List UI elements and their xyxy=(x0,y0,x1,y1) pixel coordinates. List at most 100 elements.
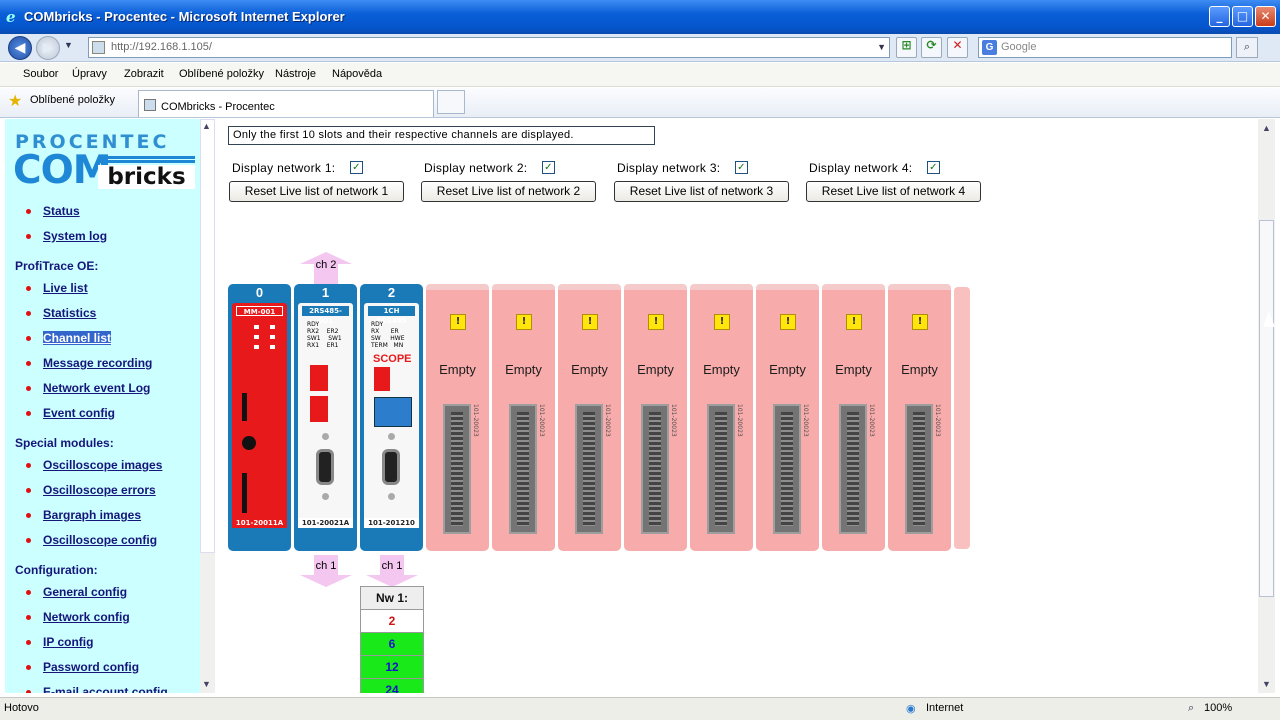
backplane-connector xyxy=(905,404,933,534)
compatibility-icon[interactable]: ⊞ xyxy=(896,37,917,58)
menu-view[interactable]: Zobrazit xyxy=(124,68,164,80)
search-input[interactable]: G Google xyxy=(978,37,1232,58)
network-2-checkbox[interactable]: ✓ xyxy=(542,161,555,174)
network-3-checkbox[interactable]: ✓ xyxy=(735,161,748,174)
slot-9-empty[interactable]: ! Empty 101-20023 xyxy=(822,284,885,551)
network-1-checkbox[interactable]: ✓ xyxy=(350,161,363,174)
sidebar-item-oscilloscope-config[interactable]: Oscilloscope config xyxy=(25,533,157,547)
browser-tab[interactable]: COMbricks - Procentec xyxy=(138,90,434,117)
connector-code: 101-20023 xyxy=(604,404,611,437)
table-row[interactable]: 2 xyxy=(360,609,424,633)
menu-help[interactable]: Nápověda xyxy=(332,68,382,80)
refresh-icon[interactable]: ⟳ xyxy=(921,37,942,58)
favorites-button[interactable]: ★ Oblíbené položky xyxy=(8,91,115,110)
slot-6-empty[interactable]: ! Empty 101-20023 xyxy=(624,284,687,551)
sidebar-item-channel-list[interactable]: Channel list xyxy=(25,331,112,345)
zoom-icon[interactable]: ⌕ xyxy=(1188,702,1194,715)
sidebar-scroll-thumb[interactable] xyxy=(200,119,215,553)
module-label: 1CH PBS485 xyxy=(368,306,415,325)
address-input[interactable]: http://192.168.1.105/ ▼ xyxy=(88,37,890,58)
led xyxy=(270,325,275,329)
backplane-connector xyxy=(641,404,669,534)
sidebar-item-statistics[interactable]: Statistics xyxy=(25,306,96,320)
reset-network-4-button[interactable]: Reset Live list of network 4 xyxy=(806,181,981,202)
sidebar-item-message-recording[interactable]: Message recording xyxy=(25,356,152,370)
sidebar-scrollbar[interactable]: ▲ ▼ xyxy=(200,119,215,693)
slot-0-module[interactable]: 0 MM-001 101-20011A xyxy=(228,284,291,551)
stop-icon[interactable]: ✕ xyxy=(947,37,968,58)
connector-code: 101-20023 xyxy=(736,404,743,437)
status-text: Hotovo xyxy=(4,702,39,714)
main-scrollbar[interactable]: ▲ ▼ xyxy=(1258,119,1275,693)
forward-button[interactable]: ▶ xyxy=(36,36,60,60)
sidebar-item-live-list[interactable]: Live list xyxy=(26,281,88,295)
address-dropdown-icon[interactable]: ▼ xyxy=(877,38,886,57)
scroll-up-icon[interactable]: ▲ xyxy=(1262,123,1271,133)
menu-bar: Soubor Úpravy Zobrazit Oblíbené položky … xyxy=(0,63,1280,87)
menu-file[interactable]: Soubor xyxy=(23,68,58,80)
connector-code: 101-20023 xyxy=(670,404,677,437)
table-header: Nw 1: xyxy=(360,586,424,610)
sidebar-item-system-log[interactable]: System log xyxy=(25,229,107,243)
display-network-4: Display network 4: ✓ xyxy=(809,161,940,175)
slot-7-empty[interactable]: ! Empty 101-20023 xyxy=(690,284,753,551)
sidebar-item-status[interactable]: Status xyxy=(26,204,80,218)
empty-label: Empty xyxy=(571,362,608,377)
slot-1-module[interactable]: 1 2RS485-001 RDY RX2 ER2 SW1 SW1 RX1 ER1… xyxy=(294,284,357,551)
scroll-down-icon[interactable]: ▼ xyxy=(1262,679,1271,689)
network-4-checkbox[interactable]: ✓ xyxy=(927,161,940,174)
zoom-level[interactable]: 100% xyxy=(1204,702,1232,714)
channel-up-label: ch 2 xyxy=(315,259,337,271)
sidebar-item-ip-config[interactable]: IP config xyxy=(25,635,93,649)
search-icon[interactable]: ⌕ xyxy=(1236,37,1258,58)
sidebar-item-network-config[interactable]: Network config xyxy=(26,610,130,624)
sidebar-item-network-event-log[interactable]: Network event Log xyxy=(25,381,150,395)
table-row[interactable]: 12 xyxy=(360,655,424,679)
sidebar-item-email-account-config[interactable]: E-mail account config xyxy=(26,685,168,693)
screw xyxy=(322,433,329,440)
slot-10-empty[interactable]: ! Empty 101-20023 xyxy=(888,284,951,551)
led-labels: RDY RX2 ER2 SW1 SW1 RX1 ER1 xyxy=(307,321,342,349)
maximize-button[interactable]: □ xyxy=(1232,6,1253,27)
backplane-connector xyxy=(707,404,735,534)
reset-network-2-button[interactable]: Reset Live list of network 2 xyxy=(421,181,596,202)
slot-5-empty[interactable]: ! Empty 101-20023 xyxy=(558,284,621,551)
reset-network-1-button[interactable]: Reset Live list of network 1 xyxy=(229,181,404,202)
scroll-down-icon[interactable]: ▼ xyxy=(202,679,211,689)
scope-label: SCOPE xyxy=(373,353,412,365)
channel-down-arrow-slot-2[interactable]: ch 1 xyxy=(366,555,418,587)
table-row[interactable]: 24 xyxy=(360,678,424,693)
reset-network-3-button[interactable]: Reset Live list of network 3 xyxy=(614,181,789,202)
menu-edit[interactable]: Úpravy xyxy=(72,68,107,80)
display-network-2: Display network 2: ✓ xyxy=(424,161,555,175)
new-tab-button[interactable] xyxy=(437,90,465,114)
sidebar-item-oscilloscope-errors[interactable]: Oscilloscope errors xyxy=(26,483,156,497)
sidebar-item-oscilloscope-images[interactable]: Oscilloscope images xyxy=(25,458,162,472)
address-toolbar: ◀ ▶ ▼ http://192.168.1.105/ ▼ ⊞ ⟳ ✕ G Go… xyxy=(0,34,1280,62)
sidebar: PROCENTEC COM bricks Status System log P… xyxy=(5,119,200,693)
sidebar-item-event-config[interactable]: Event config xyxy=(25,406,115,420)
scroll-up-icon[interactable]: ▲ xyxy=(202,121,211,131)
connector-code: 101-20023 xyxy=(802,404,809,437)
sidebar-item-bargraph-images[interactable]: Bargraph images xyxy=(25,508,141,522)
slot-4-empty[interactable]: ! Empty 101-20023 xyxy=(492,284,555,551)
slot-number: 0 xyxy=(255,285,264,300)
minimize-button[interactable]: _ xyxy=(1209,6,1230,27)
history-dropdown-icon[interactable]: ▼ xyxy=(64,40,73,50)
back-button[interactable]: ◀ xyxy=(8,36,32,60)
slot-3-empty[interactable]: ! Empty 101-20023 xyxy=(426,284,489,551)
table-row[interactable]: 6 xyxy=(360,632,424,656)
slot-2-module[interactable]: 2 1CH PBS485 RDY RX ER SW HWE TERM MN SC… xyxy=(360,284,423,551)
sidebar-item-general-config[interactable]: General config xyxy=(25,585,127,599)
main-scroll-thumb[interactable] xyxy=(1259,220,1274,597)
warning-icon: ! xyxy=(912,314,928,330)
channel-down-arrow-slot-1[interactable]: ch 1 xyxy=(300,555,352,587)
slot-8-empty[interactable]: ! Empty 101-20023 xyxy=(756,284,819,551)
menu-favorites[interactable]: Oblíbené položky xyxy=(179,68,264,80)
channel-up-arrow[interactable]: ch 2 xyxy=(300,252,352,284)
menu-tools[interactable]: Nástroje xyxy=(275,68,316,80)
slot-number: 1 xyxy=(321,285,330,300)
sidebar-item-password-config[interactable]: Password config xyxy=(25,660,139,674)
close-button[interactable]: ✕ xyxy=(1255,6,1276,27)
screw xyxy=(388,493,395,500)
